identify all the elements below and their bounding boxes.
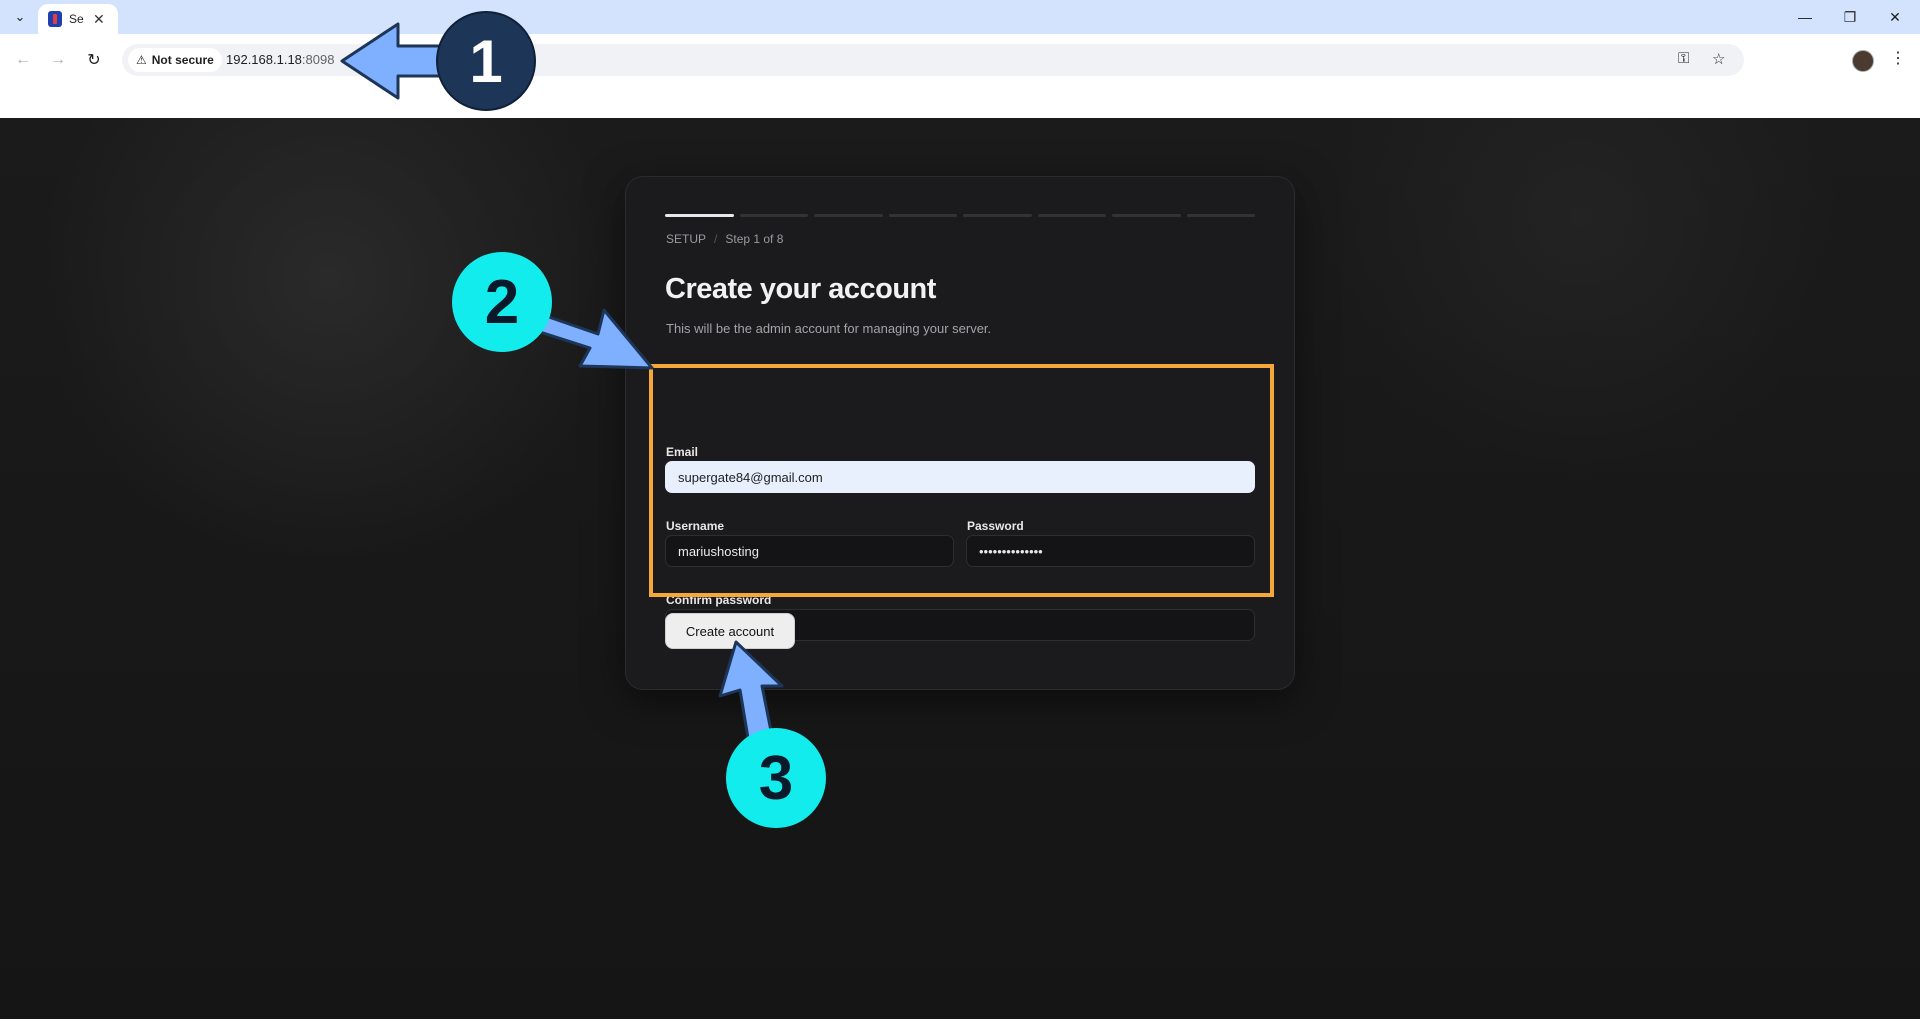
browser-tab[interactable]: Se ✕: [38, 4, 118, 34]
breadcrumb-step: Step 1 of 8: [725, 232, 784, 246]
tab-close-icon[interactable]: ✕: [93, 11, 105, 28]
email-field[interactable]: [665, 461, 1255, 493]
restore-icon[interactable]: ❐: [1835, 6, 1865, 28]
url-port: :8098: [301, 52, 335, 67]
password-label: Password: [967, 519, 1024, 533]
confirm-password-label: Confirm password: [666, 593, 772, 607]
not-secure-label: Not secure: [151, 53, 214, 67]
breadcrumb-separator: /: [714, 232, 718, 246]
page-background: SETUP / Step 1 of 8 Create your account Th…: [0, 118, 1920, 1019]
annotation-badge-1: 1: [436, 11, 536, 111]
address-bar[interactable]: ⚠ Not secure 192.168.1.18:8098 ⚿ ☆: [122, 44, 1744, 76]
annotation-badge-3: 3: [726, 728, 826, 828]
step-segment-6: [1037, 214, 1106, 217]
forward-arrow-icon[interactable]: →: [46, 50, 70, 70]
username-label: Username: [666, 519, 725, 533]
warning-icon: ⚠: [136, 53, 147, 67]
username-field[interactable]: [665, 535, 954, 567]
email-label: Email: [666, 445, 699, 459]
step-segment-5: [963, 214, 1032, 217]
browser-menu-icon[interactable]: ⋮: [1890, 48, 1906, 68]
breadcrumb-root: SETUP: [666, 232, 707, 246]
breadcrumb: SETUP / Step 1 of 8: [666, 232, 783, 246]
bookmark-star-icon[interactable]: ☆: [1712, 50, 1725, 68]
step-segment-8: [1186, 214, 1255, 217]
url-text[interactable]: 192.168.1.18:8098: [226, 52, 334, 67]
reload-icon[interactable]: ↻: [82, 50, 106, 70]
page-title: Create your account: [665, 273, 936, 305]
password-key-icon[interactable]: ⚿: [1678, 50, 1689, 67]
password-field[interactable]: [966, 535, 1255, 567]
step-segment-2: [739, 214, 808, 217]
create-account-button[interactable]: Create account: [665, 613, 795, 649]
step-progress: [665, 214, 1255, 218]
close-icon[interactable]: ✕: [1880, 6, 1910, 28]
annotation-badge-2: 2: [452, 252, 552, 352]
profile-avatar[interactable]: [1852, 50, 1874, 72]
back-arrow-icon[interactable]: ←: [11, 50, 35, 70]
step-segment-3: [814, 214, 883, 217]
tab-search-chevron-down-icon[interactable]: ⌄: [8, 6, 32, 28]
url-host: 192.168.1.18: [226, 52, 302, 67]
step-segment-4: [888, 214, 957, 217]
step-segment-1: [665, 214, 734, 217]
minimize-icon[interactable]: —: [1790, 6, 1820, 28]
tab-title: Se: [69, 12, 84, 26]
site-favicon-icon: [48, 11, 62, 27]
step-segment-7: [1112, 214, 1181, 217]
tab-strip: ⌄ Se ✕ — ❐ ✕: [0, 0, 1920, 34]
not-secure-chip[interactable]: ⚠ Not secure: [128, 48, 222, 72]
page-subtitle: This will be the admin account for manag…: [666, 321, 992, 336]
